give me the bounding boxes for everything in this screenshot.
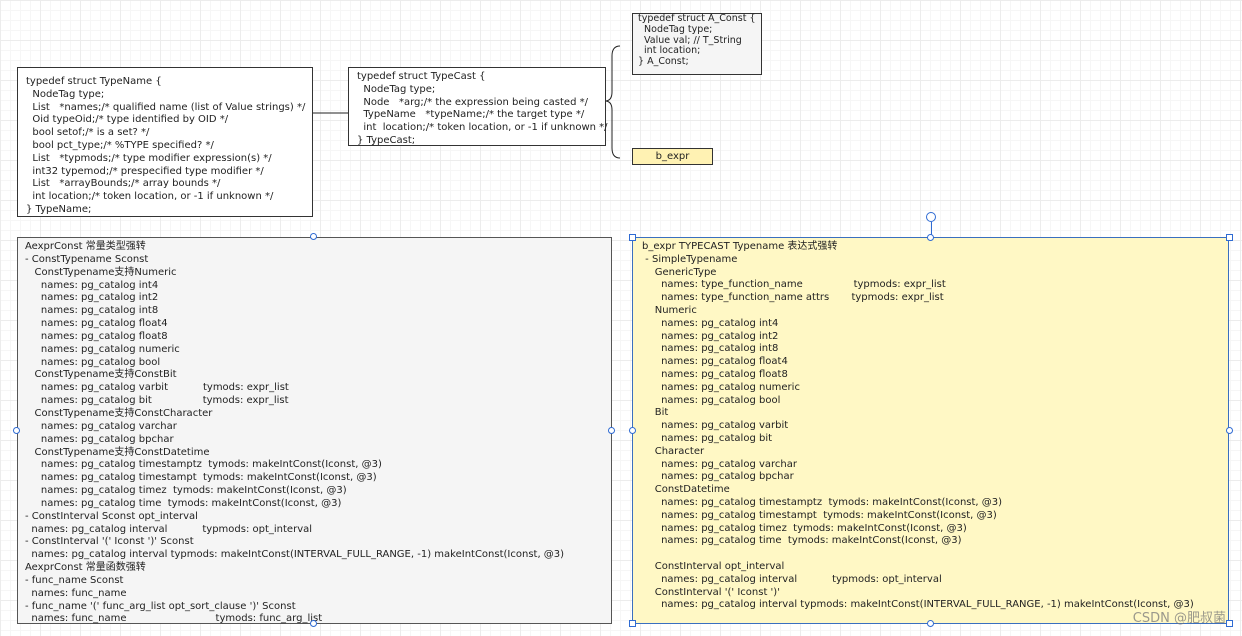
connection-point-right[interactable] <box>608 427 615 434</box>
aexprconst-note-text: AexprConst 常量类型强转 - ConstTypename Sconst… <box>25 241 565 625</box>
bexpr-label-text: b_expr <box>655 151 690 162</box>
connection-point-bottom[interactable] <box>310 620 317 627</box>
resize-handle-top-left[interactable] <box>629 234 636 241</box>
resize-handle-top-right[interactable] <box>1226 234 1233 241</box>
aconst-struct-text: typedef struct A_Const { NodeTag type; V… <box>638 13 756 68</box>
typecast-struct-box[interactable]: typedef struct TypeCast { NodeTag type; … <box>348 67 608 146</box>
resize-handle-bottom-right[interactable] <box>1226 620 1233 627</box>
typename-struct-box[interactable]: typedef struct TypeName { NodeTag type; … <box>17 67 313 217</box>
resize-handle-top[interactable] <box>927 234 934 241</box>
resize-handle-right[interactable] <box>1226 427 1233 434</box>
aconst-struct-box[interactable]: typedef struct A_Const { NodeTag type; V… <box>632 13 762 75</box>
curly-brace <box>604 45 621 159</box>
bexpr-typecast-note-text: b_expr TYPECAST Typename 表达式强转 - SimpleT… <box>642 241 1194 611</box>
resize-handle-bottom[interactable] <box>927 620 934 627</box>
aexprconst-note-box[interactable]: AexprConst 常量类型强转 - ConstTypename Sconst… <box>17 237 612 624</box>
typename-struct-text: typedef struct TypeName { NodeTag type; … <box>26 76 306 215</box>
rotate-handle[interactable] <box>926 212 936 222</box>
resize-handle-bottom-left[interactable] <box>629 620 636 627</box>
bexpr-typecast-note-box[interactable]: b_expr TYPECAST Typename 表达式强转 - SimpleT… <box>632 237 1229 624</box>
resize-handle-left[interactable] <box>629 427 636 434</box>
typecast-struct-text: typedef struct TypeCast { NodeTag type; … <box>357 71 608 146</box>
connection-point-left[interactable] <box>13 427 20 434</box>
watermark: CSDN @肥叔菌 <box>1132 611 1226 626</box>
bexpr-label-box[interactable]: b_expr <box>632 148 713 165</box>
connection-point-top[interactable] <box>310 233 317 240</box>
